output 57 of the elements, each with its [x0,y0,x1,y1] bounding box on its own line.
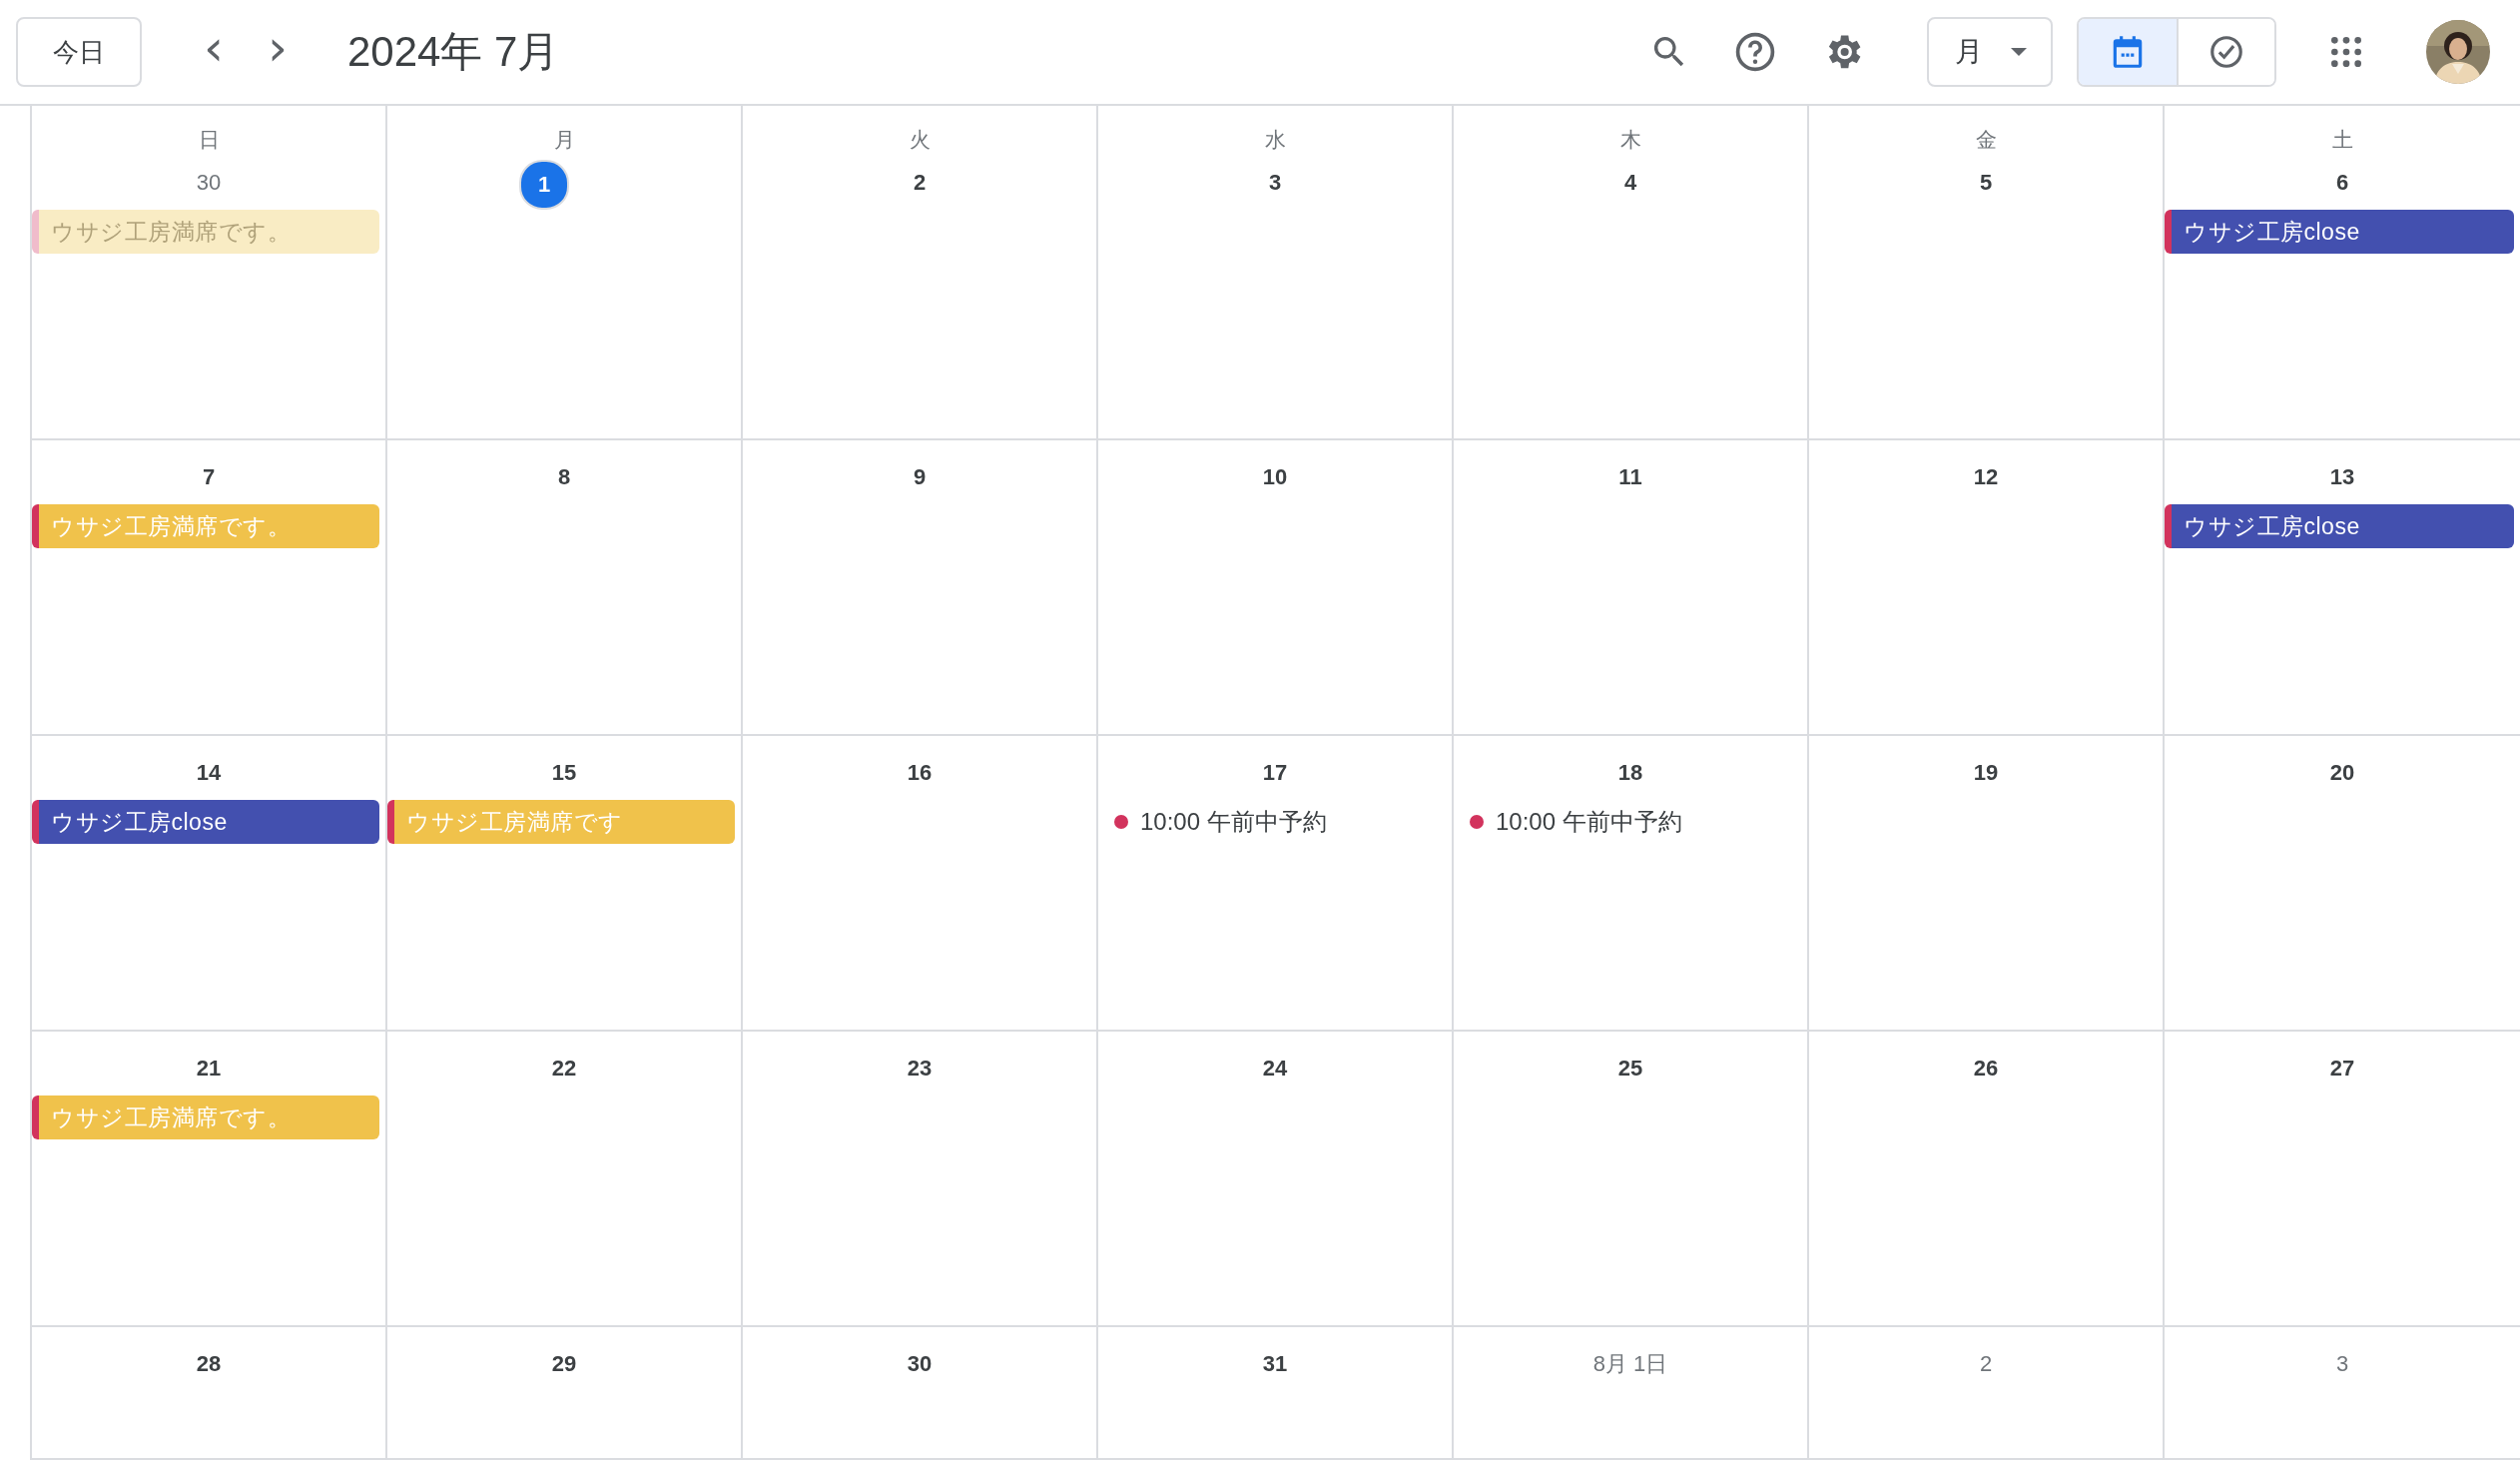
date-number[interactable]: 12 [1963,454,2009,500]
date-number[interactable]: 28 [186,1341,232,1387]
date-number[interactable]: 4 [1607,160,1653,206]
date-number[interactable]: 13 [2319,454,2365,500]
date-number[interactable]: 22 [541,1046,587,1092]
date-number[interactable]: 31 [1252,1341,1298,1387]
date-number[interactable]: 30 [897,1341,943,1387]
date-number[interactable]: 6 [2319,160,2365,206]
date-number[interactable]: 9 [897,454,943,500]
date-number[interactable]: 16 [897,750,943,796]
date-number[interactable]: 19 [1963,750,2009,796]
date-number[interactable]: 10 [1252,454,1298,500]
weekday-label: 日 [198,127,220,153]
date-number[interactable]: 3 [2319,1341,2365,1387]
weekday-label: 水 [1264,127,1286,153]
event-title[interactable]: 10:00 午前中予約 [1140,806,1327,838]
date-number[interactable]: 15 [541,750,587,796]
month-title: 2024年 7月 [347,27,560,77]
calendar-view-button[interactable] [2079,19,2177,85]
date-number[interactable]: 24 [1252,1046,1298,1092]
date-number[interactable]: 2 [1963,1341,2009,1387]
date-number[interactable]: 14 [186,750,232,796]
date-number[interactable]: 20 [2319,750,2365,796]
weekday-label: 月 [553,127,575,153]
date-number[interactable]: 3 [1252,160,1298,206]
date-number[interactable]: 11 [1607,454,1653,500]
help-icon[interactable] [1733,30,1777,74]
date-number[interactable]: 1 [519,160,569,210]
date-number[interactable]: 8 [541,454,587,500]
weekday-label: 金 [1975,127,1997,153]
check-circle-icon [2207,33,2245,71]
date-number[interactable]: 27 [2319,1046,2365,1092]
weekday-label: 土 [2331,127,2353,153]
date-number[interactable]: 29 [541,1341,587,1387]
date-number[interactable]: 18 [1607,750,1653,796]
date-number[interactable]: 30 [186,160,232,206]
date-number[interactable]: 2 [897,160,943,206]
date-number[interactable]: 21 [186,1046,232,1092]
date-number[interactable]: 8月 1日 [1592,1341,1668,1387]
tasks-view-button[interactable] [2177,19,2274,85]
weekday-label: 木 [1619,127,1641,153]
view-dropdown[interactable]: 月 [1927,17,2053,87]
caret-icon [2011,48,2027,56]
date-number[interactable]: 25 [1607,1046,1653,1092]
event-chip[interactable]: ウサジ工房close [2165,210,2514,254]
previous-month-button[interactable]: ‹ [182,20,246,84]
date-number[interactable]: 17 [1252,750,1298,796]
date-number[interactable]: 23 [897,1046,943,1092]
event-title[interactable]: 10:00 午前中予約 [1496,806,1682,838]
date-number[interactable]: 26 [1963,1046,2009,1092]
event-chip[interactable]: ウサジ工房close [32,800,379,844]
next-month-button[interactable]: › [246,20,310,84]
event-chip[interactable]: ウサジ工房close [2165,504,2514,548]
date-number[interactable]: 7 [186,454,232,500]
weekday-label: 火 [909,127,931,153]
today-button[interactable]: 今日 [16,17,142,87]
date-number[interactable]: 5 [1963,160,2009,206]
